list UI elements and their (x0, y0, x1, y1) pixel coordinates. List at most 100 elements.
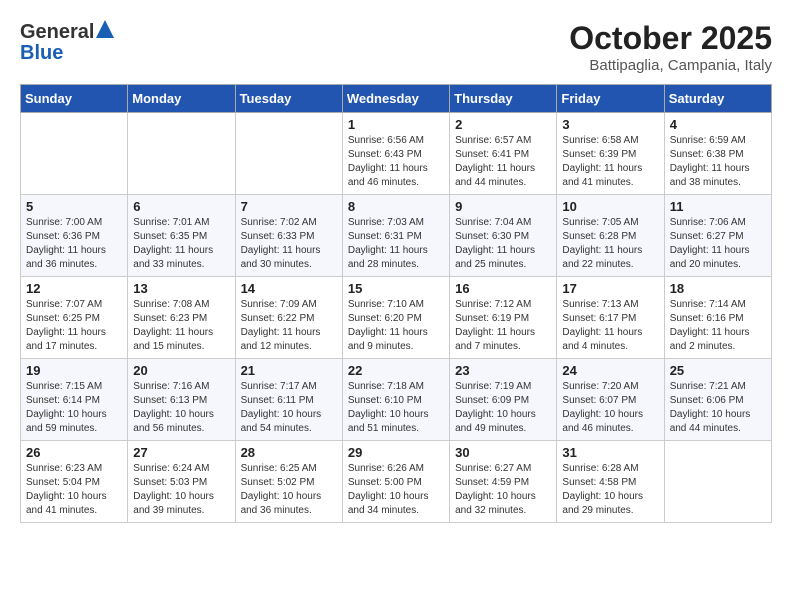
day-info: Sunrise: 7:14 AM Sunset: 6:16 PM Dayligh… (670, 298, 766, 354)
col-wednesday: Wednesday (342, 85, 449, 113)
table-row: 18 Sunrise: 7:14 AM Sunset: 6:16 PM Dayli… (664, 277, 771, 359)
day-info: Sunrise: 7:03 AM Sunset: 6:31 PM Dayligh… (348, 216, 444, 272)
day-info: Sunrise: 6:23 AM Sunset: 5:04 PM Dayligh… (26, 462, 122, 518)
day-number: 26 (26, 445, 122, 460)
calendar-table: Sunday Monday Tuesday Wednesday Thursday… (20, 84, 772, 523)
day-number: 28 (241, 445, 337, 460)
day-info: Sunrise: 7:01 AM Sunset: 6:35 PM Dayligh… (133, 216, 229, 272)
day-info: Sunrise: 7:15 AM Sunset: 6:14 PM Dayligh… (26, 380, 122, 436)
month-title: October 2025 (569, 20, 772, 57)
table-row: 3 Sunrise: 6:58 AM Sunset: 6:39 PM Daylig… (557, 113, 664, 195)
day-number: 8 (348, 199, 444, 214)
table-row: 8 Sunrise: 7:03 AM Sunset: 6:31 PM Daylig… (342, 195, 449, 277)
table-row: 9 Sunrise: 7:04 AM Sunset: 6:30 PM Daylig… (450, 195, 557, 277)
calendar-week-row: 12Sunrise: 7:07 AM Sunset: 6:25 PM Dayli… (21, 277, 772, 359)
day-info: Sunrise: 7:19 AM Sunset: 6:09 PM Dayligh… (455, 380, 551, 436)
col-sunday: Sunday (21, 85, 128, 113)
logo-icon (96, 20, 114, 38)
day-info: Sunrise: 7:09 AM Sunset: 6:22 PM Dayligh… (241, 298, 337, 354)
day-number: 18 (670, 281, 766, 296)
day-number: 14 (241, 281, 337, 296)
day-info: Sunrise: 6:57 AM Sunset: 6:41 PM Dayligh… (455, 134, 551, 190)
title-block: October 2025 Battipaglia, Campania, Ital… (569, 20, 772, 74)
page-header: General Blue October 2025 Battipaglia, C… (20, 20, 772, 74)
table-row: 14 Sunrise: 7:09 AM Sunset: 6:22 PM Dayli… (235, 277, 342, 359)
day-info: Sunrise: 7:21 AM Sunset: 6:06 PM Dayligh… (670, 380, 766, 436)
table-row: 13 Sunrise: 7:08 AM Sunset: 6:23 PM Dayli… (128, 277, 235, 359)
table-row: 19Sunrise: 7:15 AM Sunset: 6:14 PM Dayli… (21, 359, 128, 441)
table-row: 23 Sunrise: 7:19 AM Sunset: 6:09 PM Dayli… (450, 359, 557, 441)
day-info: Sunrise: 6:25 AM Sunset: 5:02 PM Dayligh… (241, 462, 337, 518)
day-number: 6 (133, 199, 229, 214)
table-row: 7Sunrise: 7:02 AM Sunset: 6:33 PM Daylig… (235, 195, 342, 277)
day-info: Sunrise: 7:05 AM Sunset: 6:28 PM Dayligh… (562, 216, 658, 272)
col-saturday: Saturday (664, 85, 771, 113)
calendar-week-row: 19Sunrise: 7:15 AM Sunset: 6:14 PM Dayli… (21, 359, 772, 441)
day-info: Sunrise: 7:06 AM Sunset: 6:27 PM Dayligh… (670, 216, 766, 272)
table-row: 24 Sunrise: 7:20 AM Sunset: 6:07 PM Dayli… (557, 359, 664, 441)
day-info: Sunrise: 6:27 AM Sunset: 4:59 PM Dayligh… (455, 462, 551, 518)
day-number: 9 (455, 199, 551, 214)
day-info: Sunrise: 7:04 AM Sunset: 6:30 PM Dayligh… (455, 216, 551, 272)
day-number: 10 (562, 199, 658, 214)
day-number: 24 (562, 363, 658, 378)
day-info: Sunrise: 6:58 AM Sunset: 6:39 PM Dayligh… (562, 134, 658, 190)
table-row: 6 Sunrise: 7:01 AM Sunset: 6:35 PM Daylig… (128, 195, 235, 277)
day-number: 21 (241, 363, 337, 378)
day-number: 25 (670, 363, 766, 378)
day-number: 30 (455, 445, 551, 460)
table-row: 25 Sunrise: 7:21 AM Sunset: 6:06 PM Dayli… (664, 359, 771, 441)
day-info: Sunrise: 6:26 AM Sunset: 5:00 PM Dayligh… (348, 462, 444, 518)
day-info: Sunrise: 7:16 AM Sunset: 6:13 PM Dayligh… (133, 380, 229, 436)
table-row: 28 Sunrise: 6:25 AM Sunset: 5:02 PM Dayli… (235, 441, 342, 523)
logo: General Blue (20, 20, 114, 65)
day-number: 27 (133, 445, 229, 460)
day-number: 5 (26, 199, 122, 214)
table-row (128, 113, 235, 195)
table-row: 5 Sunrise: 7:00 AM Sunset: 6:36 PM Daylig… (21, 195, 128, 277)
table-row: 29Sunrise: 6:26 AM Sunset: 5:00 PM Dayli… (342, 441, 449, 523)
table-row (21, 113, 128, 195)
col-thursday: Thursday (450, 85, 557, 113)
day-info: Sunrise: 7:20 AM Sunset: 6:07 PM Dayligh… (562, 380, 658, 436)
table-row (664, 441, 771, 523)
calendar-week-row: 26 Sunrise: 6:23 AM Sunset: 5:04 PM Dayli… (21, 441, 772, 523)
day-number: 23 (455, 363, 551, 378)
calendar-week-row: 5 Sunrise: 7:00 AM Sunset: 6:36 PM Daylig… (21, 195, 772, 277)
day-info: Sunrise: 6:56 AM Sunset: 6:43 PM Dayligh… (348, 134, 444, 190)
day-info: Sunrise: 7:08 AM Sunset: 6:23 PM Dayligh… (133, 298, 229, 354)
day-info: Sunrise: 6:59 AM Sunset: 6:38 PM Dayligh… (670, 134, 766, 190)
day-number: 13 (133, 281, 229, 296)
day-number: 1 (348, 117, 444, 132)
day-info: Sunrise: 7:00 AM Sunset: 6:36 PM Dayligh… (26, 216, 122, 272)
day-number: 16 (455, 281, 551, 296)
table-row: 4 Sunrise: 6:59 AM Sunset: 6:38 PM Daylig… (664, 113, 771, 195)
day-info: Sunrise: 7:07 AM Sunset: 6:25 PM Dayligh… (26, 298, 122, 354)
day-number: 7 (241, 199, 337, 214)
table-row: 15Sunrise: 7:10 AM Sunset: 6:20 PM Dayli… (342, 277, 449, 359)
day-number: 3 (562, 117, 658, 132)
logo-general: General (20, 21, 94, 44)
day-number: 15 (348, 281, 444, 296)
day-number: 17 (562, 281, 658, 296)
col-friday: Friday (557, 85, 664, 113)
table-row: 22Sunrise: 7:18 AM Sunset: 6:10 PM Dayli… (342, 359, 449, 441)
calendar-week-row: 1 Sunrise: 6:56 AM Sunset: 6:43 PM Daylig… (21, 113, 772, 195)
calendar-header-row: Sunday Monday Tuesday Wednesday Thursday… (21, 85, 772, 113)
table-row: 1 Sunrise: 6:56 AM Sunset: 6:43 PM Daylig… (342, 113, 449, 195)
day-info: Sunrise: 7:17 AM Sunset: 6:11 PM Dayligh… (241, 380, 337, 436)
day-info: Sunrise: 7:13 AM Sunset: 6:17 PM Dayligh… (562, 298, 658, 354)
day-info: Sunrise: 7:12 AM Sunset: 6:19 PM Dayligh… (455, 298, 551, 354)
day-number: 4 (670, 117, 766, 132)
day-info: Sunrise: 7:18 AM Sunset: 6:10 PM Dayligh… (348, 380, 444, 436)
table-row: 20Sunrise: 7:16 AM Sunset: 6:13 PM Dayli… (128, 359, 235, 441)
table-row: 21 Sunrise: 7:17 AM Sunset: 6:11 PM Dayli… (235, 359, 342, 441)
day-info: Sunrise: 6:28 AM Sunset: 4:58 PM Dayligh… (562, 462, 658, 518)
table-row (235, 113, 342, 195)
table-row: 2Sunrise: 6:57 AM Sunset: 6:41 PM Daylig… (450, 113, 557, 195)
table-row: 26 Sunrise: 6:23 AM Sunset: 5:04 PM Dayli… (21, 441, 128, 523)
table-row: 16 Sunrise: 7:12 AM Sunset: 6:19 PM Dayli… (450, 277, 557, 359)
table-row: 12Sunrise: 7:07 AM Sunset: 6:25 PM Dayli… (21, 277, 128, 359)
day-info: Sunrise: 6:24 AM Sunset: 5:03 PM Dayligh… (133, 462, 229, 518)
table-row: 10 Sunrise: 7:05 AM Sunset: 6:28 PM Dayli… (557, 195, 664, 277)
